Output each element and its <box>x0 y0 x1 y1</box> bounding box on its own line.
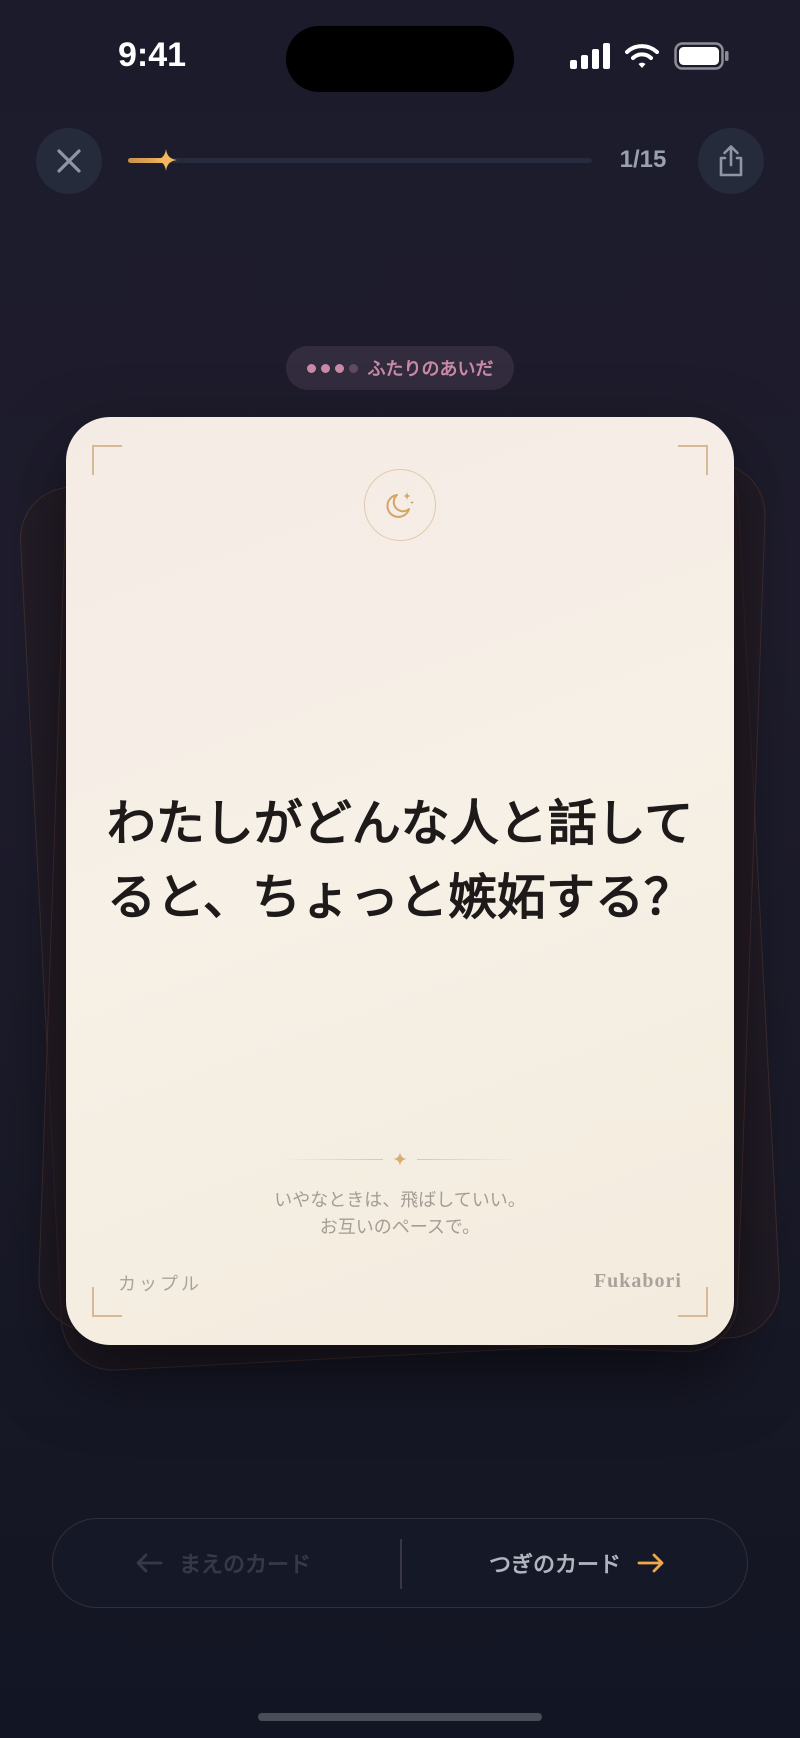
progress-counter: 1/15 <box>619 146 667 173</box>
level-dot <box>334 363 344 373</box>
progress-bar <box>128 149 592 171</box>
previous-card-button[interactable]: まえのカード <box>53 1519 393 1607</box>
sparkle-icon <box>155 149 177 171</box>
card-note: いやなときは、飛ばしていい。 お互いのペースで。 <box>66 1187 734 1241</box>
level-dot <box>320 363 330 373</box>
question-card[interactable]: わたしがどんな人と話して ると、ちょっと嫉妬する？ いやなときは、飛ばしていい。… <box>66 417 734 1345</box>
corner-ornament <box>678 1287 708 1317</box>
level-dot <box>348 363 358 373</box>
corner-ornament <box>92 445 122 475</box>
arrow-left-icon <box>136 1553 163 1573</box>
arrow-right-icon <box>637 1553 664 1573</box>
battery-icon <box>674 42 729 70</box>
next-card-label: つぎのカード <box>488 1552 621 1577</box>
home-indicator <box>258 1713 542 1721</box>
moon-stars-icon <box>386 492 414 518</box>
ornament-divider <box>280 1152 520 1166</box>
wifi-icon <box>625 44 659 68</box>
note-line: いやなときは、飛ばしていい。 <box>274 1190 526 1211</box>
status-icons <box>570 42 730 70</box>
share-icon <box>719 145 743 177</box>
question-line: ると、ちょっと嫉妬する？ <box>106 867 694 926</box>
question-line: わたしがどんな人と話して <box>106 794 694 852</box>
signal-icon <box>570 43 610 69</box>
dynamic-island <box>286 26 514 92</box>
sparkle-icon <box>393 1152 407 1166</box>
close-icon <box>57 149 81 173</box>
deck-name: カップル <box>118 1274 202 1295</box>
level-dot <box>306 363 316 373</box>
card-navigation: まえのカード つぎのカード <box>52 1518 748 1608</box>
previous-card-label: まえのカード <box>178 1552 311 1577</box>
category-badge: ふたりのあいだ <box>286 346 514 390</box>
close-button[interactable] <box>36 128 102 194</box>
next-card-button[interactable]: つぎのカード <box>407 1519 747 1607</box>
share-button[interactable] <box>698 128 764 194</box>
question-text: わたしがどんな人と話して ると、ちょっと嫉妬する？ <box>106 787 694 934</box>
note-line: お互いのペースで。 <box>319 1217 481 1238</box>
brand-name: Fukabori <box>593 1270 682 1292</box>
status-time: 9:41 <box>118 36 187 74</box>
corner-ornament <box>678 445 708 475</box>
level-indicator <box>306 363 358 373</box>
moon-badge <box>364 469 436 541</box>
status-bar: 9:41 <box>0 0 800 110</box>
category-label: ふたりのあいだ <box>367 359 494 380</box>
nav-divider <box>400 1539 402 1589</box>
